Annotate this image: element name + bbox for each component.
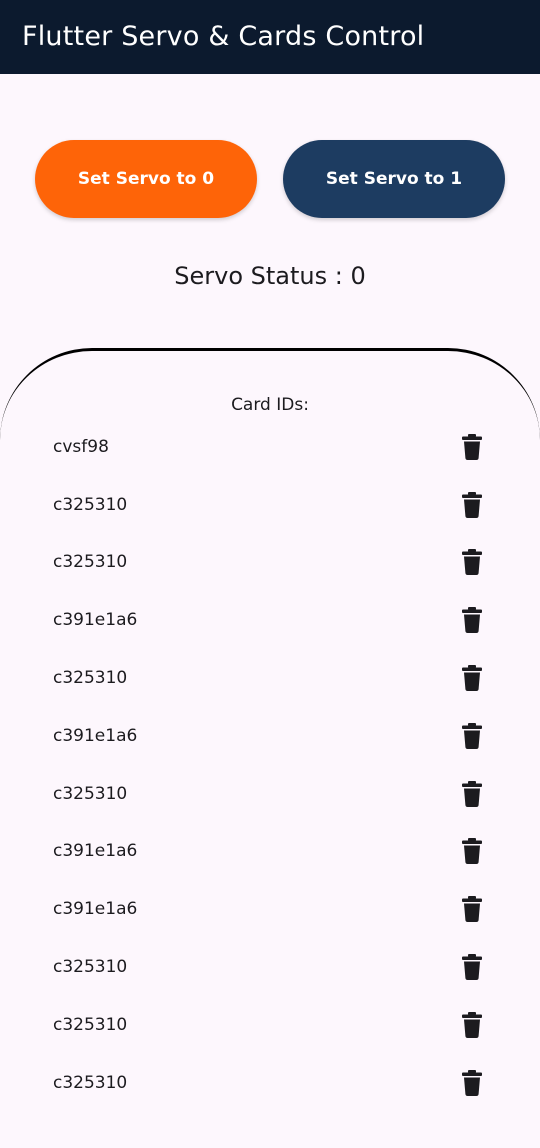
card-id-text: c325310 [53,1072,128,1093]
delete-icon [462,1069,482,1096]
app-title: Flutter Servo & Cards Control [22,20,425,52]
servo-status-text: Servo Status : 0 [174,262,366,290]
delete-icon [462,607,482,634]
delete-icon [462,1011,482,1038]
card-id-text: c391e1a6 [53,899,138,920]
card-list: cvsf98 c325310 c325310 c391e1a6 c325310 … [0,418,540,1112]
delete-icon [462,722,482,749]
card-list-item: c325310 [0,765,540,823]
delete-card-button[interactable] [455,603,489,637]
card-id-text: c325310 [53,668,128,689]
card-id-text: cvsf98 [53,436,109,457]
card-id-text: c391e1a6 [53,725,138,746]
delete-icon [462,954,482,981]
card-list-item: c325310 [0,649,540,707]
set-servo-1-button[interactable]: Set Servo to 1 [283,140,505,218]
delete-card-button[interactable] [455,488,489,522]
card-list-item: c325310 [0,1054,540,1112]
delete-card-button[interactable] [455,430,489,464]
card-list-item: c325310 [0,476,540,534]
card-id-text: c325310 [53,494,128,515]
set-servo-0-button[interactable]: Set Servo to 0 [35,140,257,218]
delete-card-button[interactable] [455,1066,489,1100]
card-id-text: c325310 [53,957,128,978]
card-id-text: c325310 [53,783,128,804]
delete-card-button[interactable] [455,834,489,868]
delete-card-button[interactable] [455,545,489,579]
delete-card-button[interactable] [455,661,489,695]
delete-icon [462,491,482,518]
delete-card-button[interactable] [455,719,489,753]
delete-icon [462,896,482,923]
delete-icon [462,665,482,692]
card-list-item: c391e1a6 [0,823,540,881]
card-ids-heading: Card IDs: [231,395,309,415]
card-list-item: c391e1a6 [0,880,540,938]
delete-icon [462,780,482,807]
card-list-item: c325310 [0,534,540,592]
card-list-item: c325310 [0,996,540,1054]
delete-card-button[interactable] [455,892,489,926]
card-id-text: c391e1a6 [53,610,138,631]
card-list-item: c391e1a6 [0,591,540,649]
delete-icon [462,838,482,865]
delete-card-button[interactable] [455,1008,489,1042]
card-list-item: c325310 [0,938,540,996]
delete-icon [462,549,482,576]
card-id-text: c391e1a6 [53,841,138,862]
delete-card-button[interactable] [455,950,489,984]
card-list-item: c391e1a6 [0,707,540,765]
delete-card-button[interactable] [455,777,489,811]
card-id-text: c325310 [53,552,128,573]
app-bar: Flutter Servo & Cards Control [0,0,540,74]
card-id-text: c325310 [53,1014,128,1035]
delete-icon [462,433,482,460]
card-list-item: cvsf98 [0,418,540,476]
